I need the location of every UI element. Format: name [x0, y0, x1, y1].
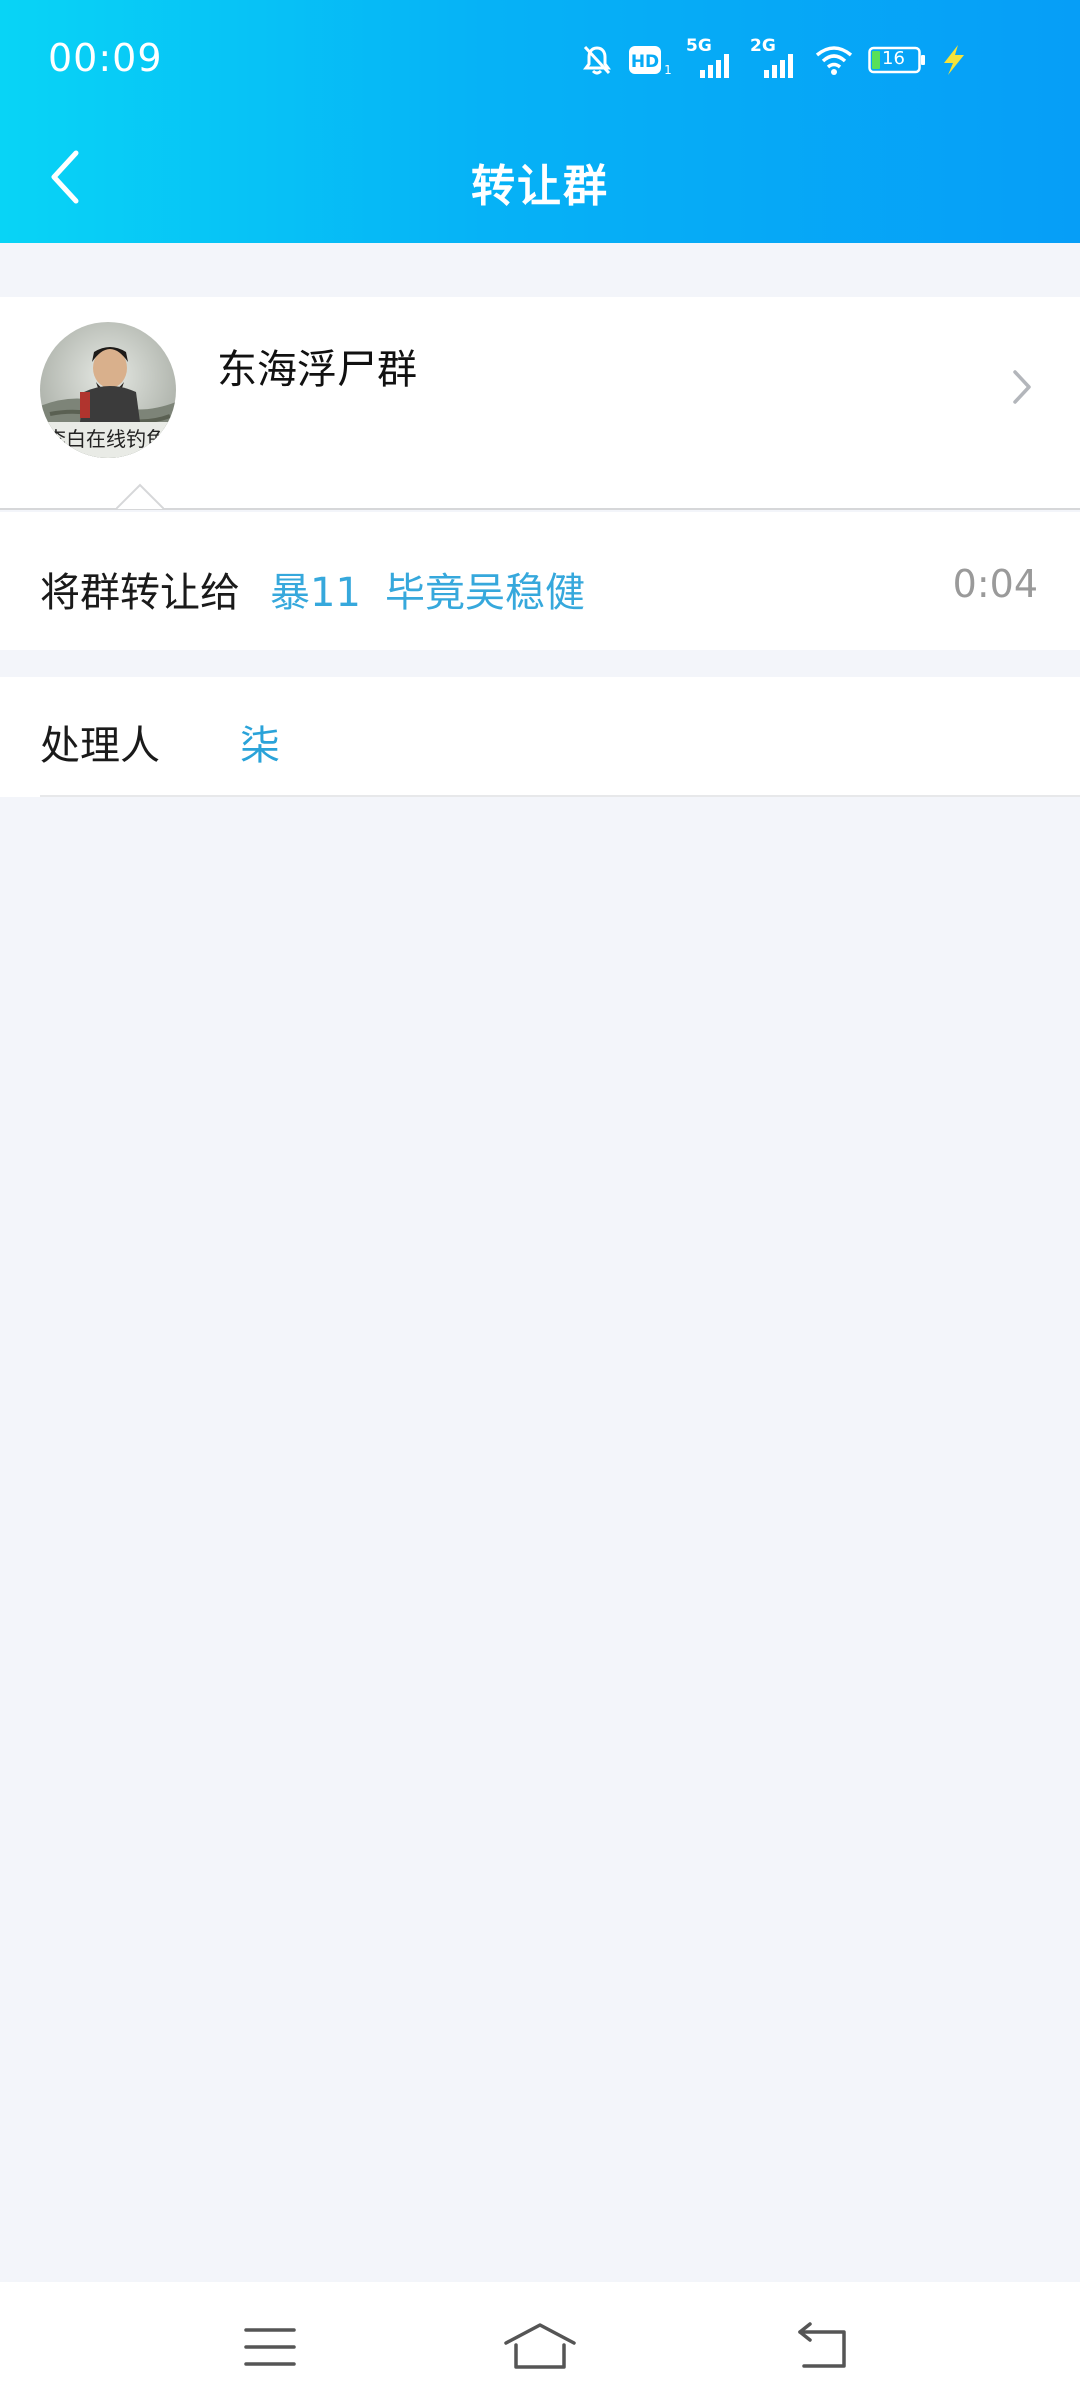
- transfer-time: 0:04: [952, 562, 1038, 606]
- header: 00:09 HD 1 5G 2G 16 转让群: [0, 0, 1080, 243]
- signal-5g-icon: 5G: [686, 36, 736, 80]
- nav-bar: 转让群: [0, 122, 1080, 243]
- wifi-icon: [815, 46, 853, 75]
- divider: [40, 795, 1080, 797]
- hd-icon: HD 1: [629, 46, 672, 77]
- handler-user-link[interactable]: 柒: [240, 713, 280, 771]
- transfer-label: 将群转让给: [40, 570, 240, 616]
- back-nav-button[interactable]: [782, 2312, 862, 2382]
- bell-off-icon: [583, 45, 611, 75]
- divider-notch: [116, 483, 164, 510]
- group-card[interactable]: 李白在线钓鱼 东海浮尸群: [0, 297, 1080, 510]
- transfer-user-link[interactable]: 暴11: [270, 560, 361, 618]
- handler-row: 处理人 柒: [0, 677, 1080, 797]
- chevron-right-icon: [1013, 370, 1031, 404]
- handler-label: 处理人: [40, 723, 160, 769]
- transfer-row: 将群转让给 暴11 毕竟吴稳健 0:04: [0, 512, 1080, 650]
- status-icons: HD 1 5G 2G 16: [580, 36, 968, 80]
- transfer-group-page: 00:09 HD 1 5G 2G 16 转让群 李白在线钓鱼 东海浮尸群 将群转…: [0, 0, 1080, 2408]
- battery-icon: 16: [868, 45, 926, 75]
- group-name: 东海浮尸群: [217, 347, 417, 393]
- menu-icon: [244, 2328, 296, 2366]
- avatar-caption: 李白在线钓鱼: [46, 427, 166, 451]
- page-title: 转让群: [471, 161, 609, 212]
- status-time: 00:09: [48, 36, 163, 80]
- transfer-user-link[interactable]: 毕竟吴稳健: [385, 560, 585, 618]
- signal-2g-icon: 2G: [750, 36, 800, 80]
- bottom-nav: [0, 2282, 1080, 2408]
- group-avatar[interactable]: 李白在线钓鱼: [40, 322, 176, 458]
- menu-button[interactable]: [230, 2312, 310, 2382]
- home-button[interactable]: [500, 2312, 580, 2382]
- back-icon: [798, 2322, 846, 2368]
- svg-text:HD: HD: [631, 52, 659, 72]
- status-bar: 00:09 HD 1 5G 2G 16: [0, 0, 1080, 122]
- svg-text:1: 1: [664, 63, 672, 77]
- battery-level: 16: [882, 48, 905, 69]
- charging-icon: [944, 45, 964, 75]
- home-icon: [504, 2323, 576, 2369]
